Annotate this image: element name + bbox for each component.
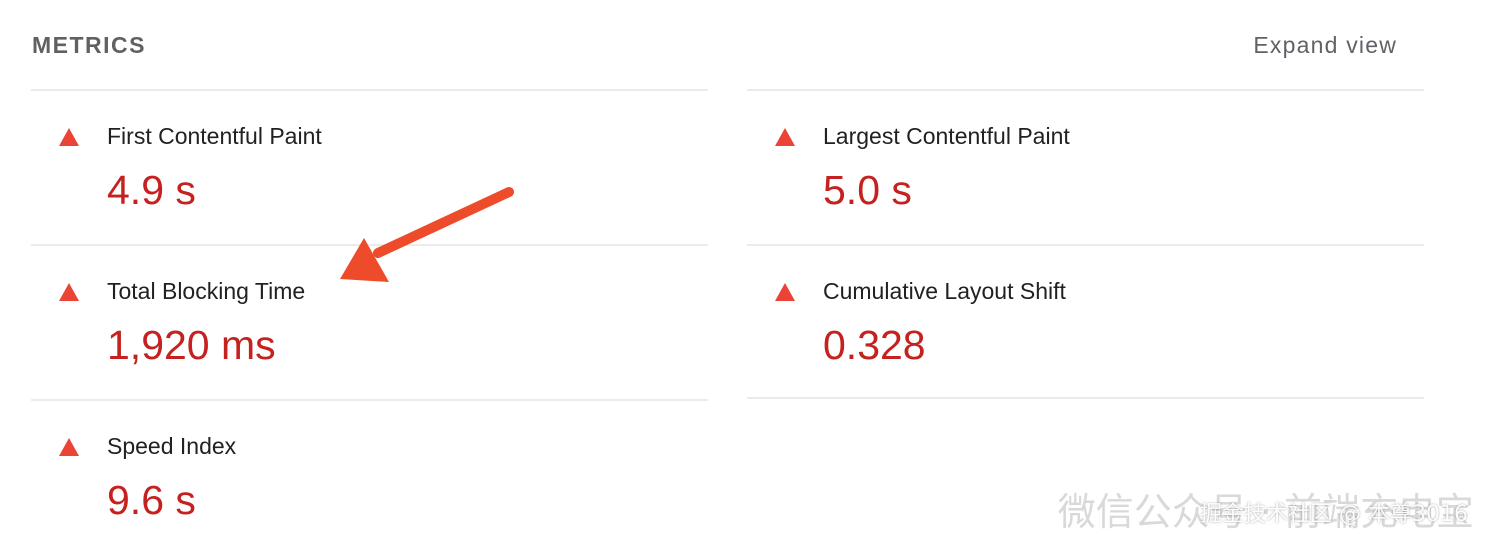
metrics-column-left: First Contentful Paint 4.9 s Total Block…: [31, 89, 708, 554]
metric-largest-contentful-paint: Largest Contentful Paint 5.0 s: [747, 89, 1424, 244]
metric-value: 5.0 s: [823, 167, 912, 213]
metrics-section-title: METRICS: [32, 32, 146, 58]
metric-value: 4.9 s: [107, 167, 196, 213]
metric-total-blocking-time: Total Blocking Time 1,920 ms: [31, 244, 708, 399]
metric-title: Cumulative Layout Shift: [823, 278, 1066, 304]
metric-title: Speed Index: [107, 433, 237, 459]
fail-triangle-icon: [59, 128, 79, 146]
metric-value: 0.328: [823, 322, 926, 368]
metric-title: Total Blocking Time: [107, 278, 306, 304]
metric-speed-index: Speed Index 9.6 s: [31, 399, 708, 554]
fail-triangle-icon: [59, 438, 79, 456]
metric-value: 9.6 s: [107, 477, 196, 523]
metrics-column-right: Largest Contentful Paint 5.0 s Cumulativ…: [747, 89, 1424, 399]
fail-triangle-icon: [775, 283, 795, 301]
fail-triangle-icon: [775, 128, 795, 146]
fail-triangle-icon: [59, 283, 79, 301]
watermark-overlay-text: 掘金技术社区 @ 本尊3016: [1200, 502, 1468, 527]
metric-value: 1,920 ms: [107, 322, 276, 368]
metric-title: First Contentful Paint: [107, 123, 322, 149]
metric-first-contentful-paint: First Contentful Paint 4.9 s: [31, 89, 708, 244]
expand-view-toggle[interactable]: Expand view: [1253, 32, 1397, 59]
metric-cumulative-layout-shift: Cumulative Layout Shift 0.328: [747, 244, 1424, 399]
metric-title: Largest Contentful Paint: [823, 123, 1070, 149]
